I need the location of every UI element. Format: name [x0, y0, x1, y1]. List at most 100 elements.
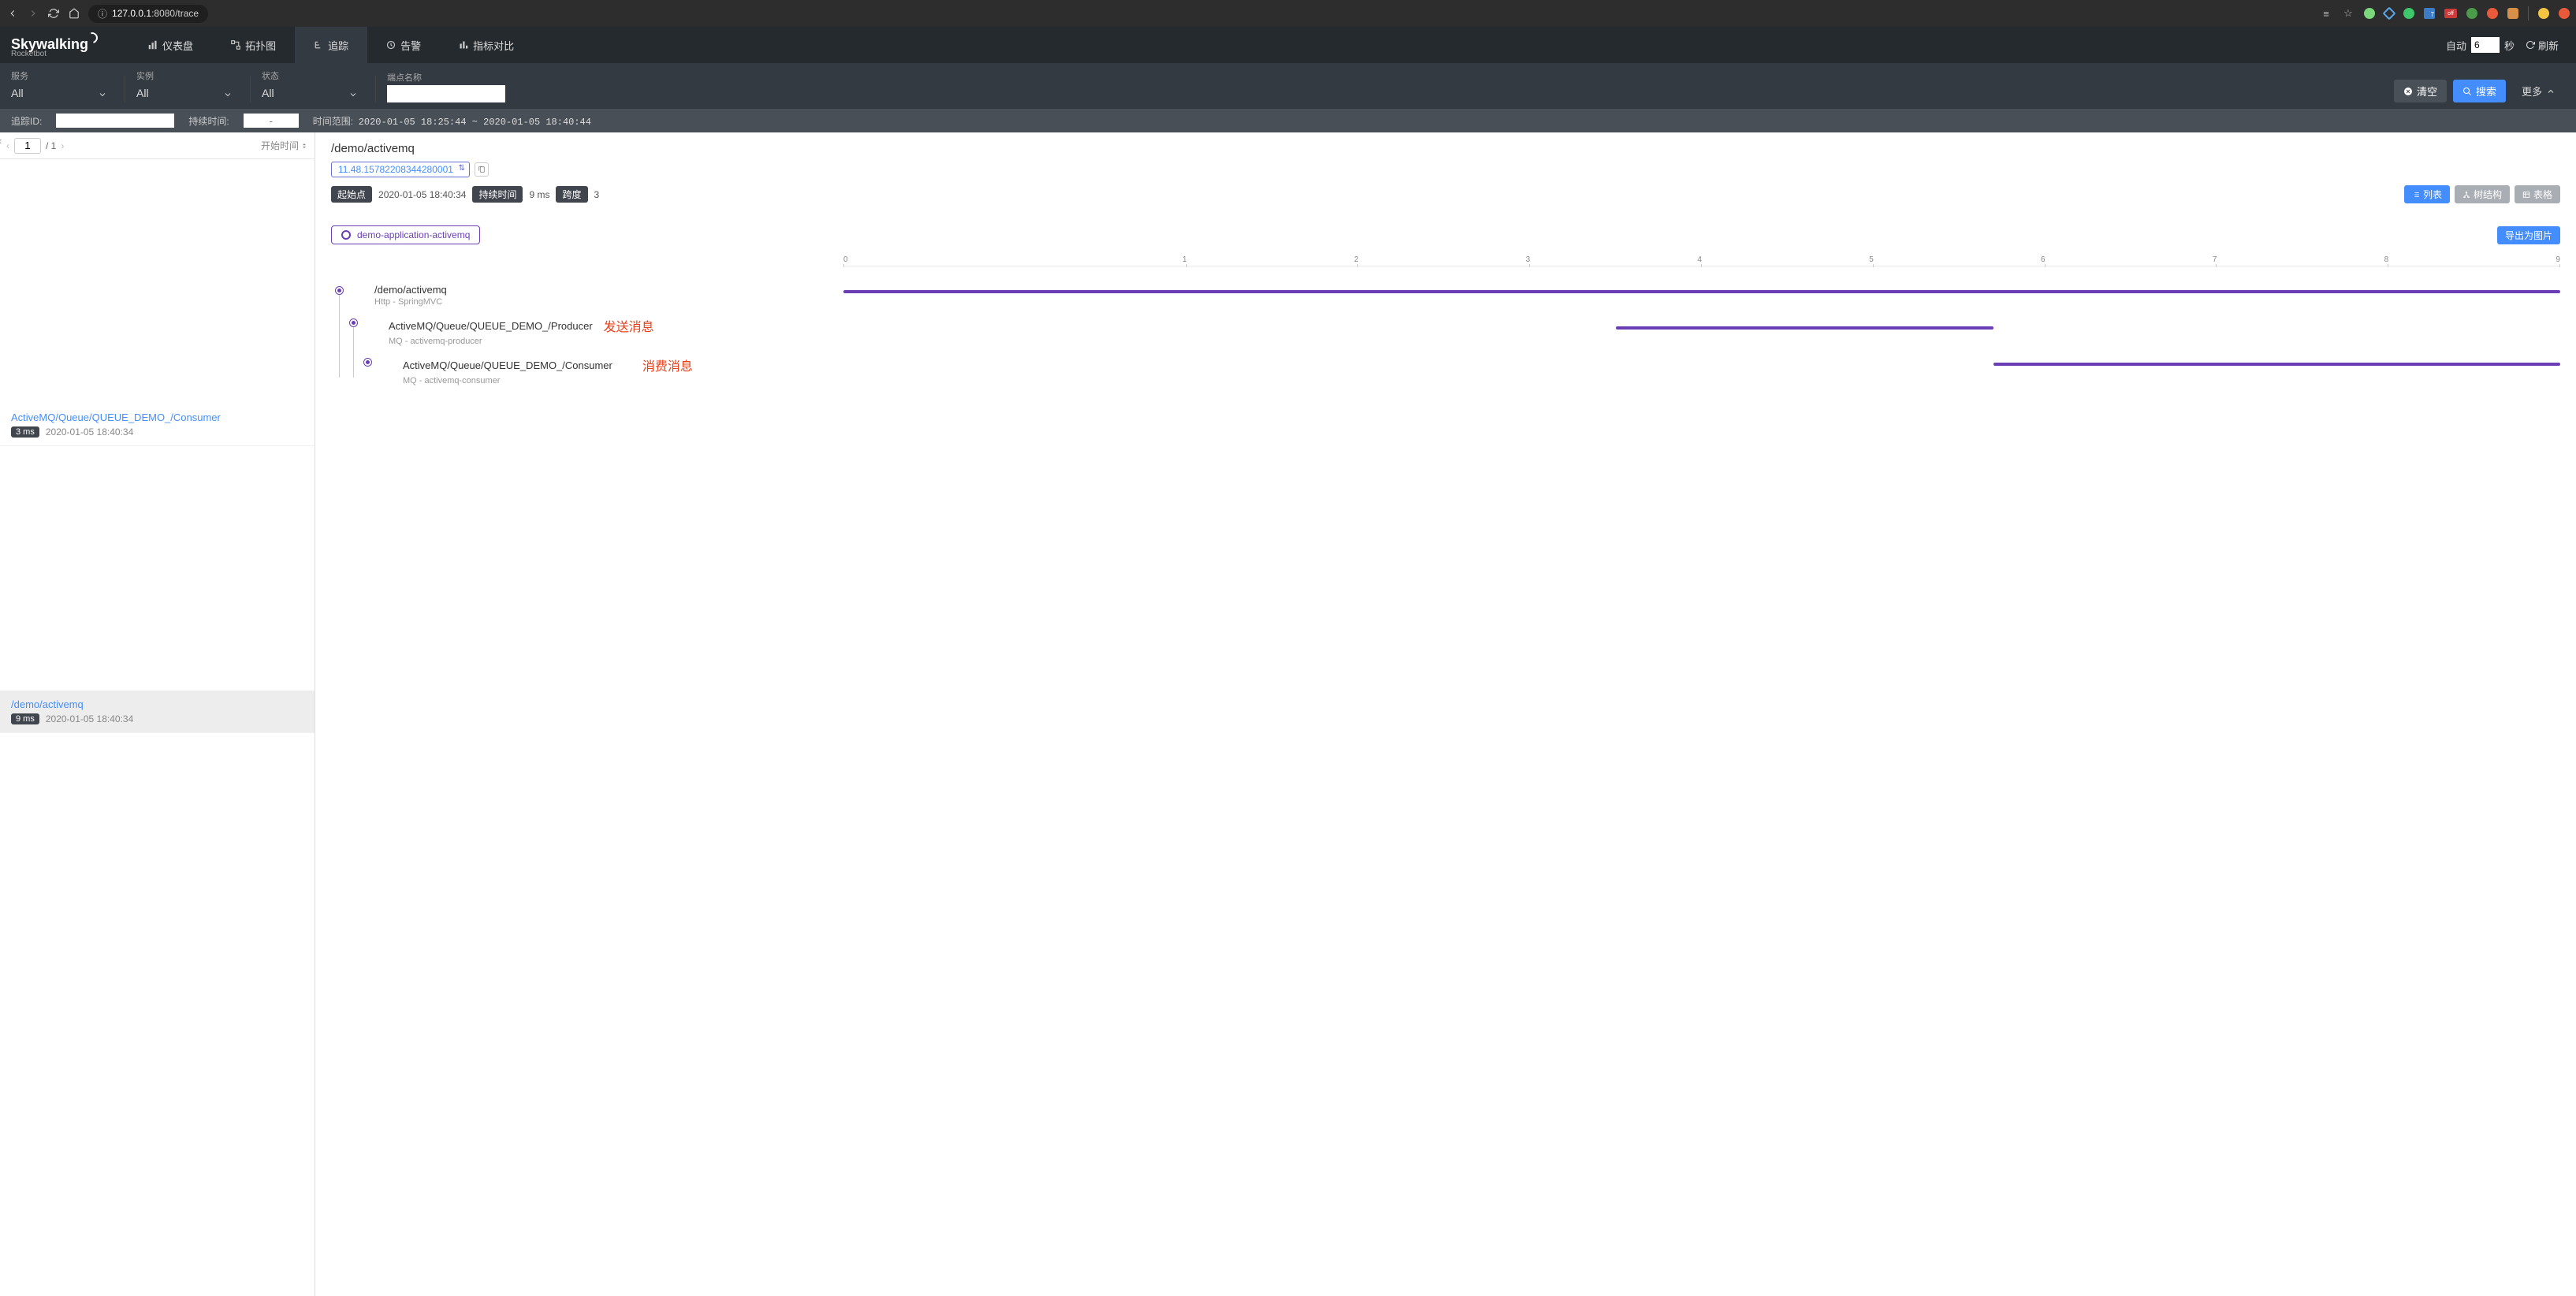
next-page[interactable]: › [61, 140, 64, 151]
endpoint-input[interactable] [387, 85, 505, 102]
sort-select[interactable]: 开始时间 [261, 139, 308, 152]
chevron-down-icon [223, 90, 233, 99]
view-list-button[interactable]: 列表 [2404, 185, 2450, 203]
ext-icon[interactable] [2403, 8, 2414, 19]
trace-list: ActiveMQ/Queue/QUEUE_DEMO_/Consumer 3 ms… [0, 159, 315, 1296]
span-name: ActiveMQ/Queue/QUEUE_DEMO_/Consumer [403, 359, 612, 371]
trace-info-row: 起始点 2020-01-05 18:40:34 持续时间 9 ms 跨度 3 列… [331, 185, 2560, 203]
span-count-value: 3 [594, 189, 600, 200]
close-circle-icon [2403, 87, 2413, 96]
more-button[interactable]: 更多 [2512, 80, 2565, 102]
span-bar[interactable] [1616, 326, 1993, 330]
nav-dashboard[interactable]: 仪表盘 [129, 27, 212, 63]
browser-toolbar: ⓘ 127.0.0.1:8080/trace ≡ ☆ 7 off [0, 0, 2576, 27]
back-icon[interactable] [6, 7, 19, 20]
start-value: 2020-01-05 18:40:34 [378, 189, 466, 200]
ruler-tick: 9 [2388, 255, 2560, 264]
tree-icon [2462, 191, 2470, 199]
ruler-tick: 4 [1530, 255, 1702, 264]
nav-trace[interactable]: 追踪 [295, 27, 367, 63]
content: ‹ ‹ / 1 › 开始时间 ActiveMQ/Queue/QUEUE_DEMO… [0, 132, 2576, 1296]
trace-id-label: 追踪ID: [11, 114, 42, 128]
duration-badge: 3 ms [11, 426, 39, 438]
trace-id-input[interactable] [56, 114, 174, 128]
time-range-value[interactable]: 2020-01-05 18:25:44 ~ 2020-01-05 18:40:4… [359, 117, 591, 128]
trace-item-name: ActiveMQ/Queue/QUEUE_DEMO_/Consumer [11, 412, 303, 423]
span-type: Http - SpringMVC [374, 297, 447, 307]
url-path: :8080/trace [151, 8, 199, 19]
span-row[interactable]: /demo/activemq Http - SpringMVC [336, 279, 843, 311]
filter-bar: 服务 All 实例 All 状态 All 端点名称 清空 搜索 更多 [0, 63, 2576, 109]
ext-icon[interactable] [2364, 8, 2375, 19]
ruler-tick: 7 [2046, 255, 2217, 264]
filter-service[interactable]: 服务 All [11, 69, 114, 102]
star-icon[interactable]: ☆ [2342, 7, 2355, 20]
span-area: /demo/activemq Http - SpringMVC ActiveMQ… [331, 255, 2560, 390]
chevron-up-icon [2546, 87, 2556, 96]
span-bar[interactable] [1993, 363, 2560, 366]
trace-id-select[interactable]: 11.48.15782208344280001 [331, 162, 470, 177]
ext-icon[interactable] [2507, 8, 2518, 19]
refresh-button[interactable]: 刷新 [2519, 35, 2565, 56]
view-table-button[interactable]: 表格 [2515, 185, 2560, 203]
annotation: 消费消息 [642, 356, 693, 374]
ext-icon[interactable] [2487, 8, 2498, 19]
span-bar[interactable] [843, 290, 2560, 293]
view-tree-button[interactable]: 树结构 [2455, 185, 2510, 203]
copy-button[interactable] [475, 162, 489, 177]
auto-label: 自动 [2446, 38, 2466, 53]
nav-metric-compare[interactable]: 指标对比 [440, 27, 533, 63]
span-name: /demo/activemq [374, 284, 447, 296]
annotation: 发送消息 [604, 316, 654, 335]
menu-icon[interactable]: ≡ [2320, 7, 2332, 20]
clipboard-icon [478, 166, 486, 173]
search-button[interactable]: 搜索 [2453, 80, 2506, 102]
list-icon [2412, 191, 2420, 199]
trace-list-item[interactable]: /demo/activemq 9 ms2020-01-05 18:40:34 [0, 691, 315, 733]
reload-icon[interactable] [47, 7, 60, 20]
export-image-button[interactable]: 导出为图片 [2497, 226, 2560, 244]
ruler-tick: 2 [1187, 255, 1359, 264]
trace-detail-panel: /demo/activemq 11.48.15782208344280001 起… [315, 132, 2576, 1296]
ruler-tick: 3 [1358, 255, 1530, 264]
prev-page[interactable]: ‹ [6, 140, 9, 151]
clear-button[interactable]: 清空 [2394, 80, 2447, 102]
duration-label: 持续时间: [188, 114, 229, 128]
ext-icon[interactable] [2466, 8, 2477, 19]
ext-icon[interactable] [2559, 8, 2570, 19]
nav-topology[interactable]: 拓扑图 [212, 27, 295, 63]
duration-value: 9 ms [529, 189, 549, 200]
span-bar-row [843, 352, 2560, 388]
nav-alarm[interactable]: 告警 [367, 27, 440, 63]
avatar-icon[interactable] [2538, 8, 2549, 19]
filter-status[interactable]: 状态 All [262, 69, 364, 102]
chevron-down-icon [348, 90, 358, 99]
info-icon: ⓘ [98, 7, 107, 20]
browser-extensions: ≡ ☆ 7 off [2320, 6, 2570, 20]
ext-icon[interactable] [2383, 7, 2396, 20]
span-bar-row [843, 315, 2560, 352]
sort-icon [300, 142, 308, 150]
home-icon[interactable] [68, 7, 80, 20]
duration-input[interactable] [244, 114, 299, 128]
service-badge[interactable]: demo-application-activemq [331, 225, 480, 244]
forward-icon[interactable] [27, 7, 39, 20]
page-input[interactable] [14, 138, 41, 154]
duration-badge: 9 ms [11, 713, 39, 724]
collapse-handle[interactable]: ‹ [0, 135, 2, 147]
ext-icon[interactable]: off [2444, 9, 2457, 18]
ext-icon[interactable]: 7 [2424, 8, 2435, 19]
span-node-icon [364, 359, 371, 366]
span-name: ActiveMQ/Queue/QUEUE_DEMO_/Producer [389, 320, 593, 332]
interval-input[interactable] [2471, 37, 2500, 53]
filter-instance[interactable]: 实例 All [136, 69, 239, 102]
url-bar[interactable]: ⓘ 127.0.0.1:8080/trace [88, 5, 208, 23]
ruler-tick: 0 [843, 255, 1015, 264]
ring-icon [341, 230, 351, 240]
span-row[interactable]: ActiveMQ/Queue/QUEUE_DEMO_/Producer发送消息 … [336, 311, 843, 351]
span-row[interactable]: ActiveMQ/Queue/QUEUE_DEMO_/Consumer消费消息 … [336, 351, 843, 390]
span-type: MQ - activemq-producer [389, 337, 654, 346]
trace-list-item[interactable]: ActiveMQ/Queue/QUEUE_DEMO_/Consumer 3 ms… [0, 404, 315, 446]
trace-item-time: 2020-01-05 18:40:34 [46, 713, 133, 724]
ruler-tick: 6 [1874, 255, 2046, 264]
